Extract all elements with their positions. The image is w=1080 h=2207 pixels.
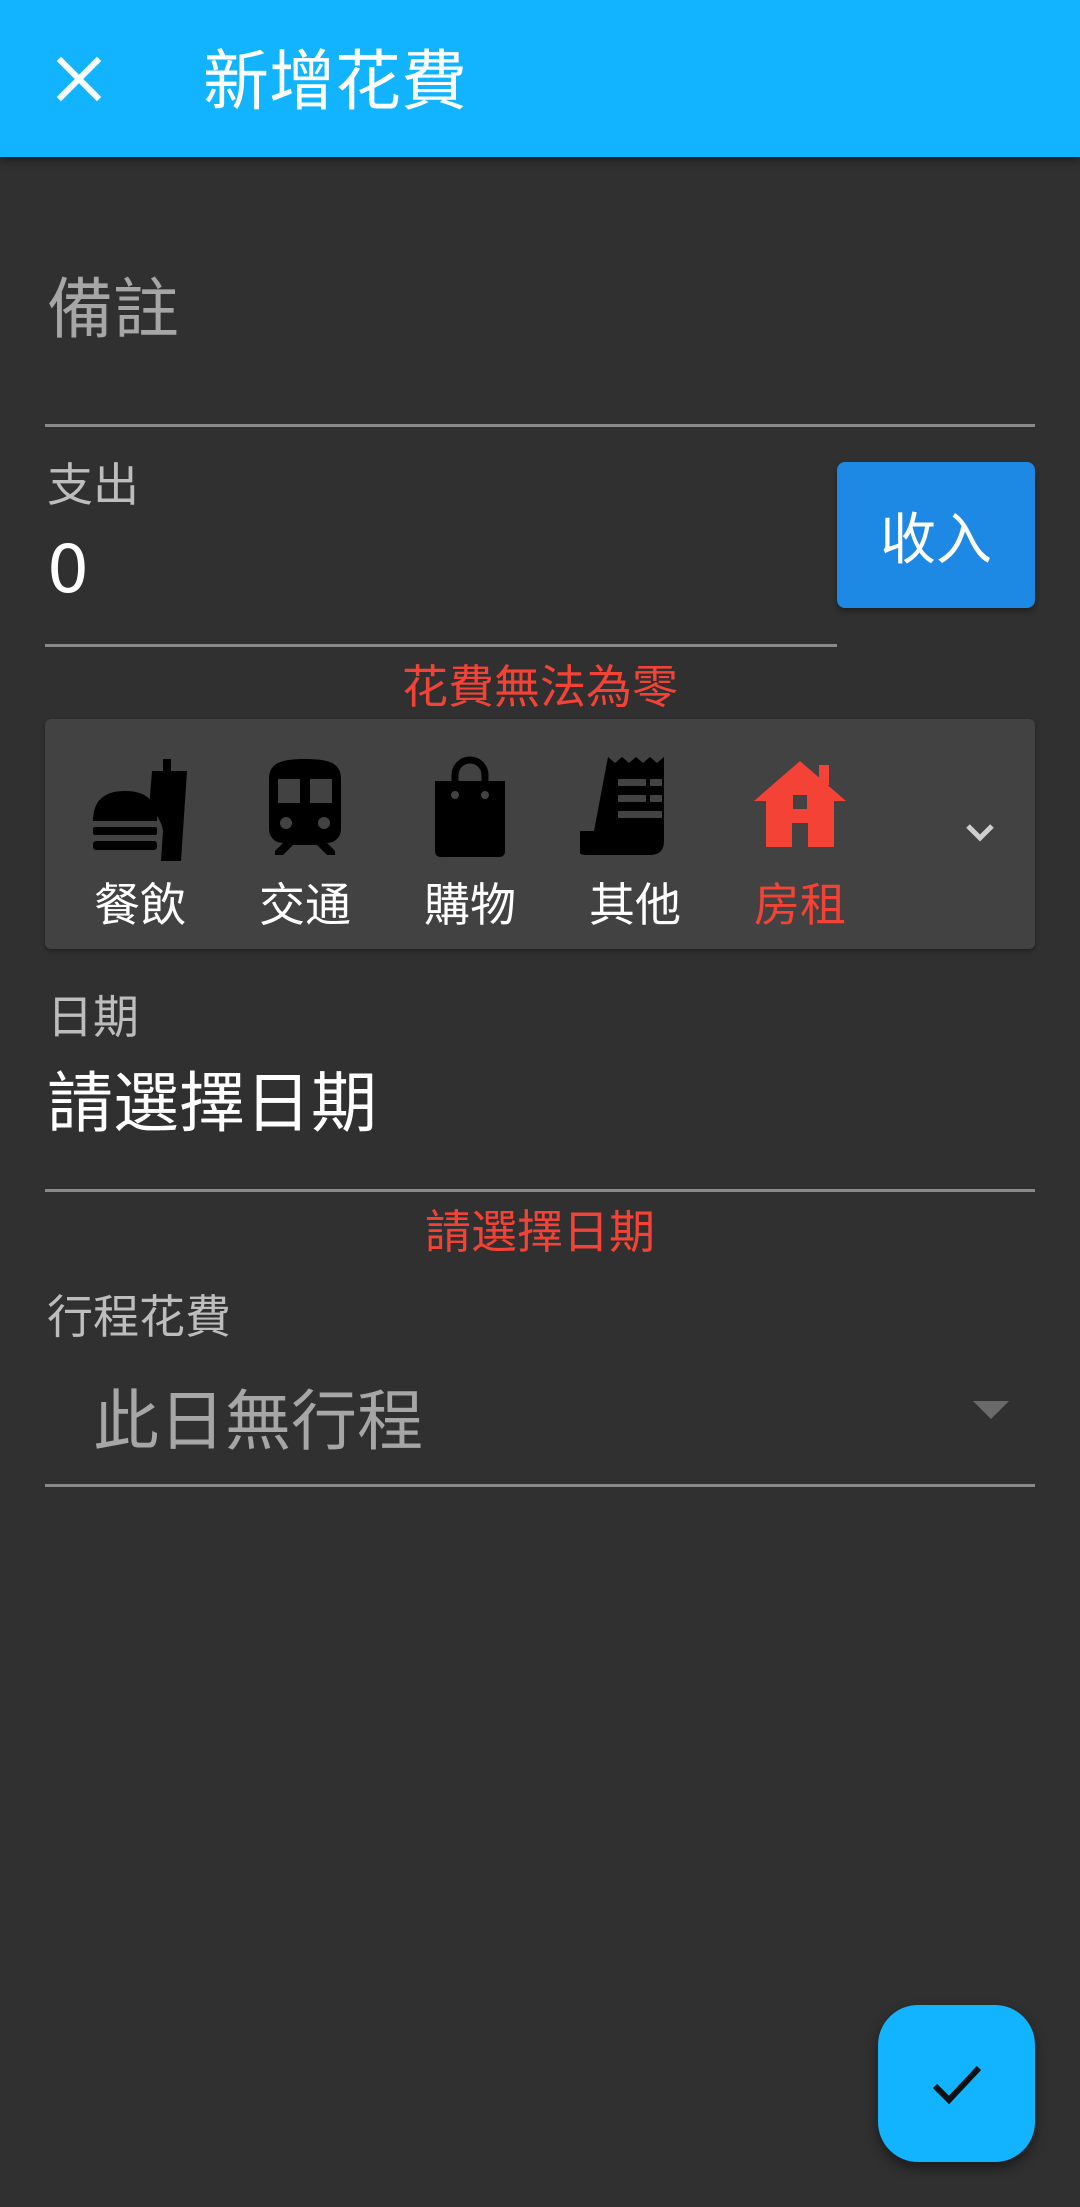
close-button[interactable] [48, 48, 110, 110]
amount-error-text: 花費無法為零 [402, 660, 678, 714]
amount-field[interactable]: 支出 0 [45, 450, 837, 647]
note-field[interactable]: 備註 [45, 258, 1035, 427]
category-rent[interactable]: 房租 [725, 739, 875, 939]
close-icon [56, 56, 102, 102]
date-field[interactable]: 日期 請選擇日期 [45, 986, 1035, 1192]
house-icon [754, 761, 846, 847]
amount-label: 支出 [47, 458, 139, 512]
category-dining[interactable]: 餐飲 [65, 739, 215, 939]
receipt-icon [580, 757, 664, 855]
category-transport[interactable]: 交通 [230, 739, 380, 939]
chevron-down-icon [966, 824, 994, 842]
category-shopping[interactable]: 購物 [395, 739, 545, 939]
category-label: 其他 [589, 878, 681, 932]
category-label: 餐飲 [94, 878, 186, 932]
note-placeholder: 備註 [47, 271, 179, 348]
trip-value: 此日無行程 [93, 1383, 423, 1460]
category-label: 交通 [259, 878, 351, 932]
confirm-fab-button[interactable] [878, 2005, 1035, 2162]
dropdown-arrow-icon [973, 1401, 1009, 1419]
expand-categories-button[interactable] [945, 797, 1015, 867]
date-label: 日期 [47, 990, 139, 1044]
train-icon [269, 759, 341, 855]
amount-value: 0 [47, 531, 89, 608]
date-error-text: 請選擇日期 [425, 1205, 655, 1259]
category-other[interactable]: 其他 [560, 739, 710, 939]
category-selector: 餐飲 交通 購物 其他 房租 [45, 719, 1035, 949]
page-title: 新增花費 [203, 43, 467, 120]
trip-label: 行程花費 [47, 1290, 231, 1344]
category-label: 購物 [424, 878, 516, 932]
income-toggle-button[interactable]: 收入 [837, 462, 1035, 608]
date-value: 請選擇日期 [47, 1065, 377, 1142]
shopping-bag-icon [435, 756, 505, 857]
check-icon [932, 2065, 981, 2104]
trip-dropdown[interactable]: 行程花費 此日無行程 [45, 1290, 1035, 1487]
app-bar: 新增花費 [0, 0, 1080, 157]
fastfood-icon [93, 759, 187, 861]
category-label: 房租 [754, 878, 846, 932]
